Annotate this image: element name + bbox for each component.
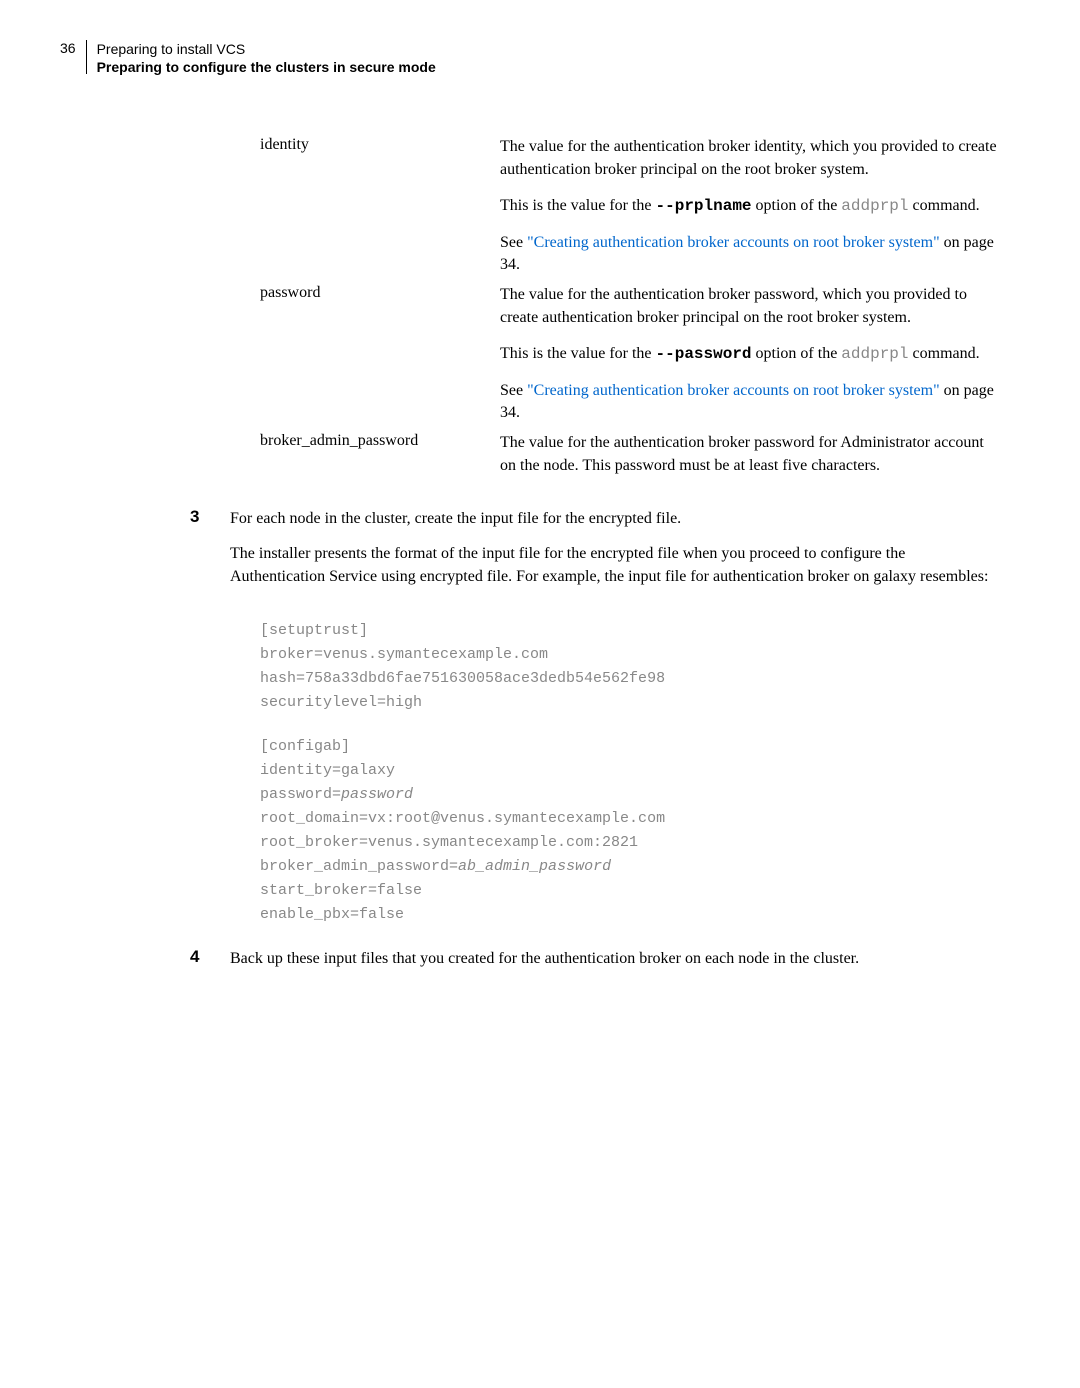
code-inline: --password (656, 345, 752, 363)
code-inline: addprpl (841, 197, 908, 215)
definition-description: The value for the authentication broker … (500, 136, 1000, 276)
def-paragraph: The value for the authentication broker … (500, 432, 1000, 477)
def-paragraph: See "Creating authentication broker acco… (500, 232, 1000, 277)
step-3: 3 For each node in the cluster, create t… (190, 507, 1000, 601)
step-paragraph: Back up these input files that you creat… (230, 947, 1000, 970)
def-paragraph: The value for the authentication broker … (500, 284, 1000, 329)
definition-row-broker-admin: broker_admin_password The value for the … (260, 432, 1000, 477)
definition-row-password: password The value for the authenticatio… (260, 284, 1000, 424)
step-number: 4 (190, 947, 230, 982)
def-paragraph: The value for the authentication broker … (500, 136, 1000, 181)
step-body: For each node in the cluster, create the… (230, 507, 1000, 601)
header-titles: Preparing to install VCS Preparing to co… (97, 40, 436, 76)
definition-description: The value for the authentication broker … (500, 432, 1000, 477)
code-block-configab: [configab] identity=galaxy password=pass… (260, 735, 1000, 927)
code-inline: --prplname (656, 197, 752, 215)
header-title: Preparing to install VCS (97, 40, 436, 58)
definition-term: password (260, 284, 500, 424)
step-4: 4 Back up these input files that you cre… (190, 947, 1000, 982)
header-divider (86, 40, 87, 74)
step-body: Back up these input files that you creat… (230, 947, 1000, 982)
header-subtitle: Preparing to configure the clusters in s… (97, 58, 436, 76)
definition-row-identity: identity The value for the authenticatio… (260, 136, 1000, 276)
definition-description: The value for the authentication broker … (500, 284, 1000, 424)
step-paragraph: For each node in the cluster, create the… (230, 507, 1000, 530)
step-paragraph: The installer presents the format of the… (230, 542, 1000, 588)
definition-term: broker_admin_password (260, 432, 500, 477)
cross-reference-link[interactable]: "Creating authentication broker accounts… (527, 382, 940, 399)
page-header: 36 Preparing to install VCS Preparing to… (60, 40, 1000, 76)
cross-reference-link[interactable]: "Creating authentication broker accounts… (527, 234, 940, 251)
page-number: 36 (60, 40, 76, 56)
definition-term: identity (260, 136, 500, 276)
definition-table: identity The value for the authenticatio… (260, 136, 1000, 477)
step-number: 3 (190, 507, 230, 601)
code-inline: addprpl (841, 345, 908, 363)
code-block-setuptrust: [setuptrust] broker=venus.symantecexampl… (260, 619, 1000, 715)
def-paragraph: This is the value for the --prplname opt… (500, 195, 1000, 217)
def-paragraph: See "Creating authentication broker acco… (500, 380, 1000, 425)
def-paragraph: This is the value for the --password opt… (500, 343, 1000, 365)
